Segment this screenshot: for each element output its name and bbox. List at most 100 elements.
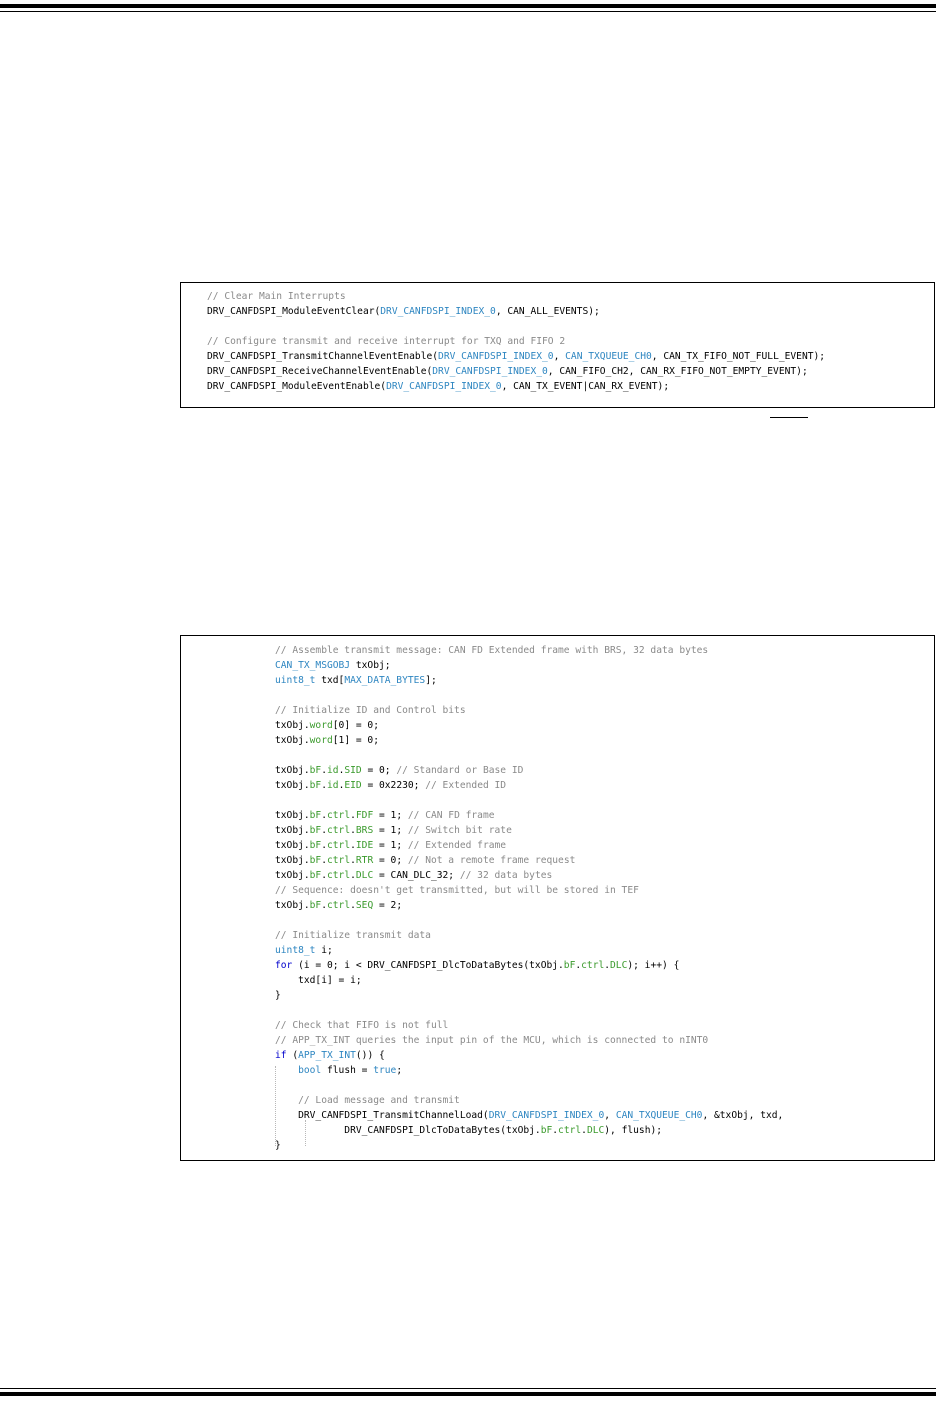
code-line: txObj.bF.id.SID = 0; // Standard or Base…: [275, 763, 523, 778]
code-token: txObj.: [275, 735, 310, 746]
code-line: // Sequence: doesn't get transmitted, bu…: [275, 883, 639, 898]
code-token: }: [275, 1140, 281, 1151]
code-token: if: [275, 1050, 287, 1061]
code-token: DRV_CANFDSPI_TransmitChannelEventEnable(: [207, 351, 439, 362]
code-token: bF: [309, 825, 322, 836]
code-comment: // APP_TX_INT queries the input pin of t…: [275, 1035, 709, 1046]
code-token: DRV_CANFDSPI_INDEX_0: [488, 1110, 605, 1121]
code-token: ctrl: [327, 840, 351, 851]
code-line: DRV_CANFDSPI_TransmitChannelLoad(DRV_CAN…: [275, 1108, 783, 1123]
code-token: txObj.: [275, 810, 310, 821]
code-token: txd[i] = i;: [275, 975, 362, 986]
code-line: // Check that FIFO is not full: [275, 1018, 448, 1033]
code-line: // APP_TX_INT queries the input pin of t…: [275, 1033, 708, 1048]
bottom-rule-thin: [0, 1388, 936, 1389]
code-comment: // Configure transmit and receive interr…: [207, 336, 566, 347]
code-line: txObj.bF.ctrl.RTR = 0; // Not a remote f…: [275, 853, 575, 868]
code-token: bF: [540, 1125, 553, 1136]
code-comment: // 32 data bytes: [459, 870, 553, 881]
code-comment: // Assemble transmit message: CAN FD Ext…: [275, 645, 709, 656]
code-token: DRV_CANFDSPI_INDEX_0: [432, 366, 548, 377]
code-token: = CAN_DLC_32;: [373, 870, 460, 881]
code-token: id: [327, 765, 339, 776]
code-comment: // Initialize transmit data: [275, 930, 431, 941]
code-line: txObj.bF.ctrl.DLC = CAN_DLC_32; // 32 da…: [275, 868, 552, 883]
code-line: }: [275, 1138, 281, 1153]
code-token: bF: [563, 960, 576, 971]
code-line: // Clear Main Interrupts: [207, 289, 346, 304]
code-token: txObj.: [275, 855, 310, 866]
code-token: true: [373, 1065, 397, 1076]
code-line: txObj.bF.ctrl.SEQ = 2;: [275, 898, 402, 913]
code-token: }: [275, 990, 281, 1001]
code-token: ctrl: [558, 1125, 582, 1136]
code-line: txObj.bF.ctrl.BRS = 1; // Switch bit rat…: [275, 823, 512, 838]
code-token: txObj.: [275, 870, 310, 881]
code-line: txObj.bF.id.EID = 0x2230; // Extended ID: [275, 778, 506, 793]
code-token: DRV_CANFDSPI_ReceiveChannelEventEnable(: [207, 366, 433, 377]
code-comment: // Load message and transmit: [298, 1095, 460, 1106]
code-token: ctrl: [327, 825, 351, 836]
code-token: APP_TX_INT: [298, 1050, 356, 1061]
code-token: ,: [553, 351, 566, 362]
code-line: DRV_CANFDSPI_ModuleEventEnable(DRV_CANFD…: [207, 379, 669, 394]
code-token: = 2;: [373, 900, 403, 911]
code-token: DRV_CANFDSPI_INDEX_0: [380, 306, 496, 317]
code-line: txd[i] = i;: [275, 973, 362, 988]
code-token: RTR: [355, 855, 374, 866]
code-token: ];: [425, 675, 437, 686]
code-block-interrupt-config: // Clear Main Interrupts DRV_CANFDSPI_Mod…: [180, 282, 935, 408]
code-comment: // CAN FD frame: [407, 810, 495, 821]
code-token: for: [275, 960, 293, 971]
code-token: ); i++) {: [627, 960, 680, 971]
code-token: DRV_CANFDSPI_INDEX_0: [386, 381, 502, 392]
code-token: txObj.: [275, 900, 310, 911]
code-token: DLC: [355, 870, 374, 881]
code-token: = 1;: [373, 825, 408, 836]
code-token: ;: [396, 1065, 403, 1076]
code-line: DRV_CANFDSPI_TransmitChannelEventEnable(…: [207, 349, 825, 364]
code-token: = 1;: [373, 810, 408, 821]
code-token: ,: [604, 1110, 616, 1121]
code-line: // Initialize transmit data: [275, 928, 431, 943]
code-token: id: [327, 780, 339, 791]
code-token: (: [286, 1050, 299, 1061]
code-token: bF: [309, 810, 322, 821]
code-comment: // Extended frame: [407, 840, 507, 851]
code-token: flush =: [321, 1065, 374, 1076]
code-block-transmit-message: // Assemble transmit message: CAN FD Ext…: [180, 635, 935, 1161]
code-comment: // Extended ID: [425, 780, 507, 791]
code-comment: // Switch bit rate: [407, 825, 512, 836]
bottom-rule-thick: [0, 1392, 936, 1396]
code-token: uint8_t: [275, 675, 316, 686]
code-comment: // Sequence: doesn't get transmitted, bu…: [275, 885, 639, 896]
code-token: [0] = 0;: [332, 720, 379, 731]
code-line: CAN_TX_MSGOBJ txObj;: [275, 658, 391, 673]
code-token: bool: [298, 1065, 322, 1076]
code-line: // Load message and transmit: [275, 1093, 460, 1108]
code-comment: // Initialize ID and Control bits: [275, 705, 466, 716]
code-comment: // Clear Main Interrupts: [207, 291, 346, 302]
code-token: DRV_CANFDSPI_DlcToDataBytes(txObj.: [275, 1125, 541, 1136]
code-token: SEQ: [355, 900, 374, 911]
code-token: word: [309, 735, 333, 746]
top-rule-thick: [0, 4, 936, 8]
code-token: , CAN_FIFO_CH2, CAN_RX_FIFO_NOT_EMPTY_EV…: [547, 366, 808, 377]
code-token: ctrl: [327, 870, 351, 881]
code-token: DLC: [610, 960, 628, 971]
code-line: }: [275, 988, 281, 1003]
code-line: uint8_t i;: [275, 943, 333, 958]
code-token: FDF: [355, 810, 374, 821]
code-token: bF: [309, 780, 322, 791]
code-line: bool flush = true;: [275, 1063, 402, 1078]
code-token: bF: [309, 900, 322, 911]
code-token: bF: [309, 840, 322, 851]
code-line: uint8_t txd[MAX_DATA_BYTES];: [275, 673, 437, 688]
code-token: bF: [309, 870, 322, 881]
code-token: , CAN_TX_EVENT|CAN_RX_EVENT);: [501, 381, 670, 392]
code-line: txObj.word[0] = 0;: [275, 718, 379, 733]
code-line: for (i = 0; i < DRV_CANFDSPI_DlcToDataBy…: [275, 958, 679, 973]
code-token: , CAN_TX_FIFO_NOT_FULL_EVENT);: [651, 351, 826, 362]
code-line: // Assemble transmit message: CAN FD Ext…: [275, 643, 708, 658]
code-token: ctrl: [327, 855, 351, 866]
